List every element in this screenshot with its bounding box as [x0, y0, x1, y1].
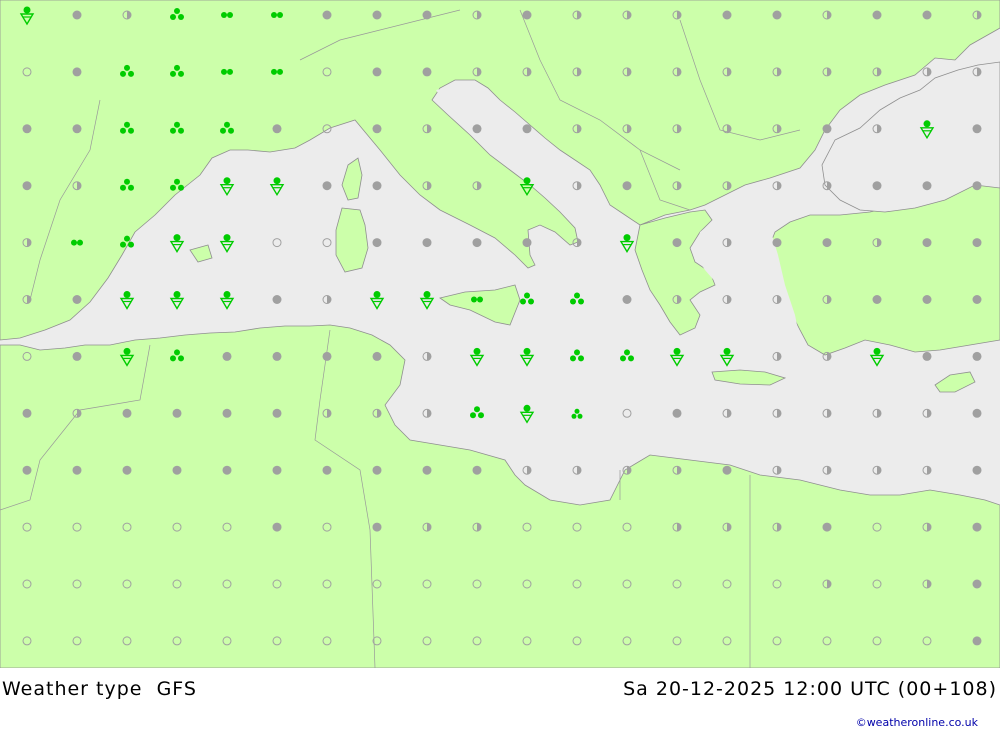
overcast-icon [822, 522, 832, 532]
overcast-icon [272, 465, 282, 475]
overcast-icon [422, 238, 432, 248]
overcast-icon [372, 124, 382, 134]
overcast-icon [22, 181, 32, 191]
overcast-icon [922, 181, 932, 191]
overcast-icon [72, 124, 82, 134]
overcast-icon [322, 181, 332, 191]
overcast-icon [522, 124, 532, 134]
overcast-icon [372, 522, 382, 532]
overcast-icon [972, 238, 982, 248]
overcast-icon [872, 295, 882, 304]
overcast-icon [272, 522, 282, 532]
overcast-icon [72, 465, 82, 475]
overcast-icon [972, 465, 982, 475]
overcast-icon [122, 465, 132, 475]
overcast-icon [372, 67, 382, 77]
overcast-icon [972, 408, 982, 418]
overcast-icon [322, 351, 332, 361]
overcast-icon [322, 10, 332, 20]
overcast-icon [422, 10, 432, 20]
overcast-icon [922, 295, 932, 304]
model-label: GFS [156, 678, 197, 700]
overcast-icon [172, 465, 182, 475]
overcast-icon [922, 10, 932, 20]
overcast-icon [522, 10, 532, 20]
overcast-icon [222, 408, 232, 418]
overcast-icon [22, 408, 32, 418]
overcast-icon [122, 408, 132, 418]
map-datetime: Sa 20-12-2025 12:00 UTC (00+108) [623, 678, 997, 700]
overcast-icon [372, 351, 382, 361]
overcast-icon [922, 351, 932, 361]
overcast-icon [222, 351, 232, 361]
overcast-icon [672, 238, 682, 248]
overcast-icon [972, 636, 982, 646]
overcast-icon [72, 295, 82, 304]
overcast-icon [72, 67, 82, 77]
overcast-icon [72, 10, 82, 20]
overcast-icon [822, 238, 832, 248]
overcast-icon [822, 124, 832, 134]
overcast-icon [372, 181, 382, 191]
overcast-icon [172, 408, 182, 418]
overcast-icon [972, 522, 982, 532]
overcast-icon [672, 408, 682, 418]
overcast-icon [472, 465, 482, 475]
weather-map [0, 0, 1000, 668]
overcast-icon [722, 10, 732, 20]
overcast-icon [722, 465, 732, 475]
overcast-icon [922, 238, 932, 248]
overcast-icon [622, 295, 632, 304]
overcast-icon [772, 10, 782, 20]
overcast-icon [272, 124, 282, 134]
overcast-icon [372, 10, 382, 20]
title-label: Weather type [2, 678, 143, 700]
overcast-icon [22, 124, 32, 134]
overcast-icon [972, 124, 982, 134]
overcast-icon [322, 465, 332, 475]
overcast-icon [422, 67, 432, 77]
overcast-icon [772, 238, 782, 248]
overcast-icon [622, 181, 632, 191]
overcast-icon [372, 238, 382, 248]
overcast-icon [272, 351, 282, 361]
overcast-icon [972, 351, 982, 361]
overcast-icon [72, 351, 82, 361]
overcast-icon [972, 579, 982, 589]
overcast-icon [272, 295, 282, 304]
overcast-icon [272, 408, 282, 418]
overcast-icon [372, 465, 382, 475]
overcast-icon [872, 10, 882, 20]
overcast-icon [222, 465, 232, 475]
overcast-icon [972, 181, 982, 191]
overcast-icon [422, 465, 432, 475]
overcast-icon [472, 238, 482, 248]
map-title: Weather type GFS [2, 678, 197, 700]
overcast-icon [522, 238, 532, 248]
credit-link[interactable]: ©weatheronline.co.uk [856, 716, 978, 729]
overcast-icon [472, 124, 482, 134]
overcast-icon [972, 295, 982, 304]
overcast-icon [872, 181, 882, 191]
overcast-icon [22, 465, 32, 475]
